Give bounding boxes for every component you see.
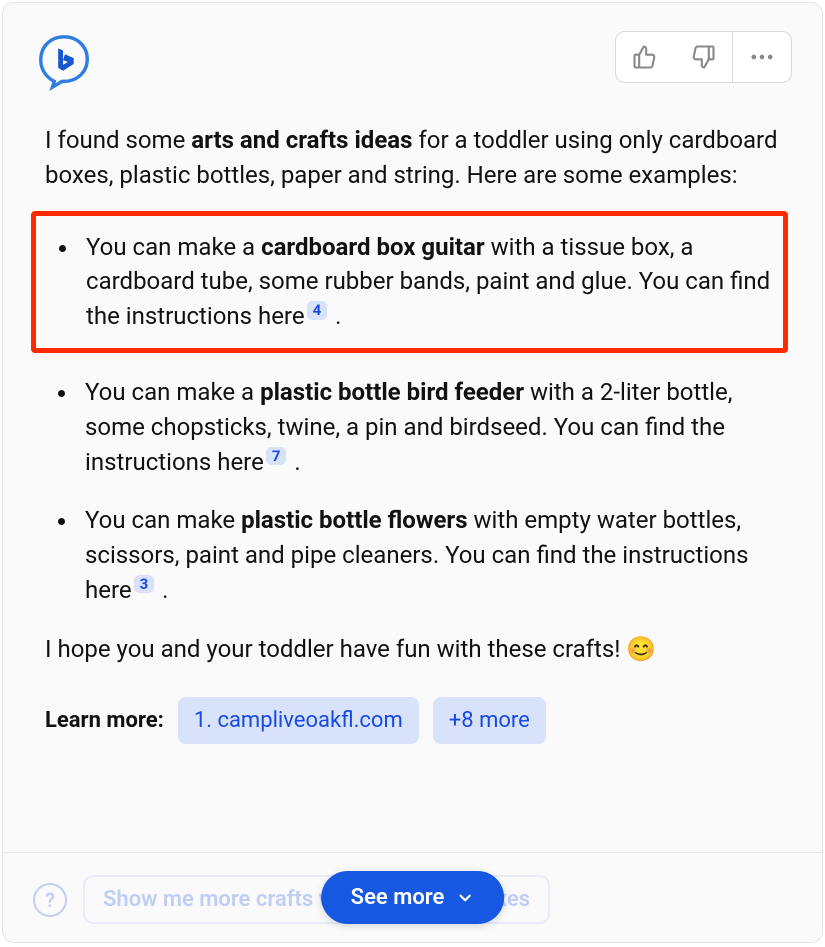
idea-bold: cardboard box guitar	[261, 233, 485, 261]
card-header	[3, 3, 822, 93]
idea-item: You can make a cardboard box guitar with…	[80, 230, 773, 334]
idea-prefix: You can make a	[86, 233, 261, 261]
see-more-label: See more	[351, 885, 445, 910]
chevron-down-icon	[456, 889, 474, 907]
learn-more-source[interactable]: 1. campliveoakfl.com	[178, 697, 419, 745]
citation-link[interactable]: 7	[266, 447, 287, 466]
citation-link[interactable]: 3	[134, 575, 155, 594]
intro-prefix: I found some	[45, 126, 191, 154]
closing-msg: I hope you and your toddler have fun wit…	[45, 635, 626, 663]
bing-logo-icon	[33, 31, 95, 93]
thumbs-up-button[interactable]	[616, 32, 674, 82]
idea-tail: .	[288, 448, 300, 476]
idea-bold: plastic bottle flowers	[241, 506, 468, 534]
idea-tail: .	[156, 576, 168, 604]
intro-bold: arts and crafts ideas	[191, 126, 412, 154]
idea-bold: plastic bottle bird feeder	[260, 378, 524, 406]
idea-tail: .	[329, 302, 341, 330]
idea-prefix: You can make	[85, 506, 241, 534]
learn-more-row: Learn more: 1. campliveoakfl.com +8 more	[45, 697, 780, 745]
idea-prefix: You can make a	[85, 378, 260, 406]
response-content: I found some arts and crafts ideas for a…	[3, 93, 822, 852]
feedback-actions	[615, 31, 792, 83]
more-options-button[interactable]	[733, 32, 791, 82]
smile-emoji-icon: 😊	[626, 635, 656, 663]
card-footer: ? Show me more crafts with cardboard box…	[3, 852, 822, 942]
thumbs-down-button[interactable]	[674, 32, 732, 82]
chat-response-card: I found some arts and crafts ideas for a…	[2, 2, 823, 943]
idea-item: You can make a plastic bottle bird feede…	[79, 375, 780, 479]
ideas-list: You can make a plastic bottle bird feede…	[45, 375, 780, 608]
highlighted-selection: You can make a cardboard box guitar with…	[31, 211, 788, 353]
citation-link[interactable]: 4	[307, 301, 328, 320]
idea-item: You can make plastic bottle flowers with…	[79, 503, 780, 607]
closing-text: I hope you and your toddler have fun wit…	[45, 632, 780, 667]
see-more-button[interactable]: See more	[321, 871, 505, 924]
intro-text: I found some arts and crafts ideas for a…	[45, 123, 780, 193]
question-mark-icon: ?	[33, 883, 67, 917]
learn-more-expand[interactable]: +8 more	[433, 697, 546, 745]
learn-more-label: Learn more:	[45, 705, 164, 737]
